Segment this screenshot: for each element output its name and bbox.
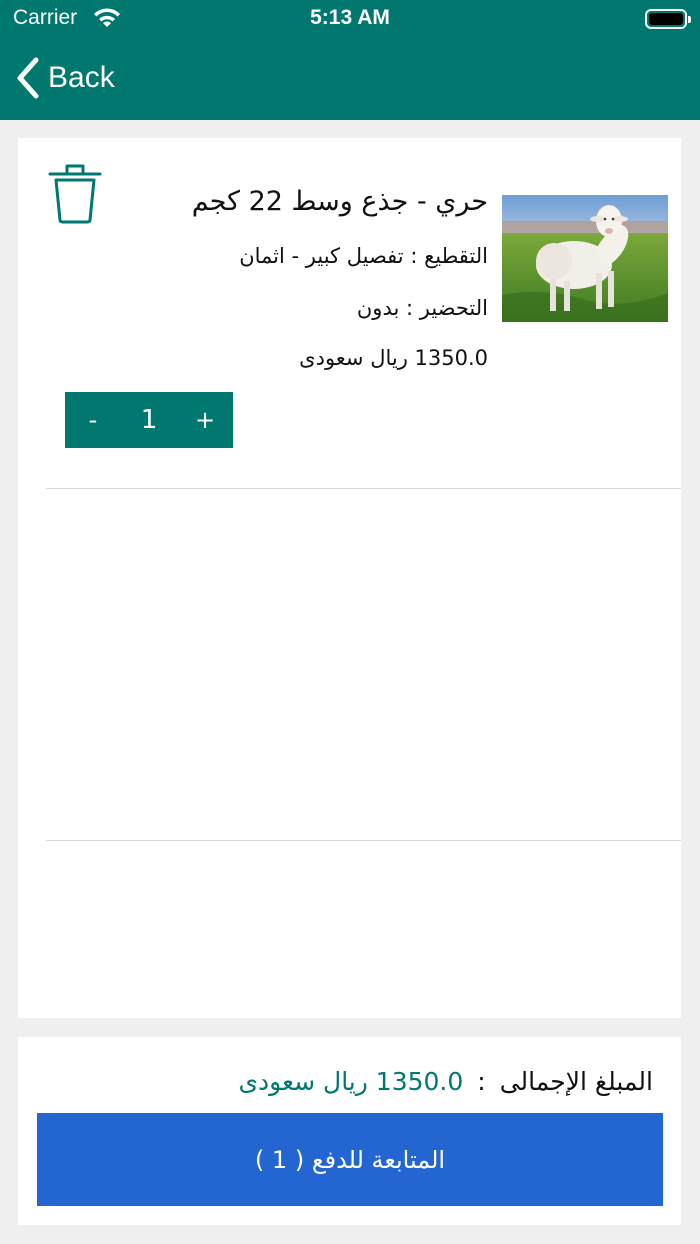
item-preparation: التحضير : بدون <box>356 296 488 320</box>
item-title: حري - جذع وسط 22 كجم <box>191 186 488 217</box>
cart-item-card: حري - جذع وسط 22 كجم التقطيع : تفصيل كبي… <box>18 138 681 1018</box>
total-value: 1350.0 ريال سعودى <box>238 1067 464 1096</box>
checkout-button[interactable]: المتابعة للدفع ( 1 ) <box>37 1113 663 1206</box>
total-separator: : <box>477 1067 486 1096</box>
back-label: Back <box>48 61 115 94</box>
checkout-label: المتابعة للدفع ( 1 ) <box>254 1145 446 1174</box>
quantity-stepper: - 1 + <box>65 392 233 448</box>
status-bar: Carrier 5:13 AM <box>0 0 700 40</box>
back-button[interactable]: Back <box>14 56 115 100</box>
item-cutting: التقطيع : تفصيل كبير - اثمان <box>239 244 488 268</box>
increase-button[interactable]: + <box>177 406 233 434</box>
clock: 5:13 AM <box>310 6 390 29</box>
decrease-button[interactable]: - <box>65 406 121 434</box>
quantity-value: 1 <box>140 405 158 435</box>
total-label: المبلغ الإجمالى <box>499 1067 653 1096</box>
total-row: المبلغ الإجمالى : 1350.0 ريال سعودى <box>238 1067 653 1096</box>
divider <box>46 840 681 841</box>
trash-icon[interactable] <box>47 162 103 226</box>
app-header: Carrier 5:13 AM Back <box>0 0 700 120</box>
checkout-panel: المبلغ الإجمالى : 1350.0 ريال سعودى المت… <box>18 1037 681 1225</box>
divider <box>46 488 681 489</box>
sheep-photo-icon <box>502 195 668 322</box>
item-price: 1350.0 ريال سعودى <box>299 346 488 370</box>
battery-icon <box>645 9 691 29</box>
chevron-left-icon <box>17 57 39 99</box>
